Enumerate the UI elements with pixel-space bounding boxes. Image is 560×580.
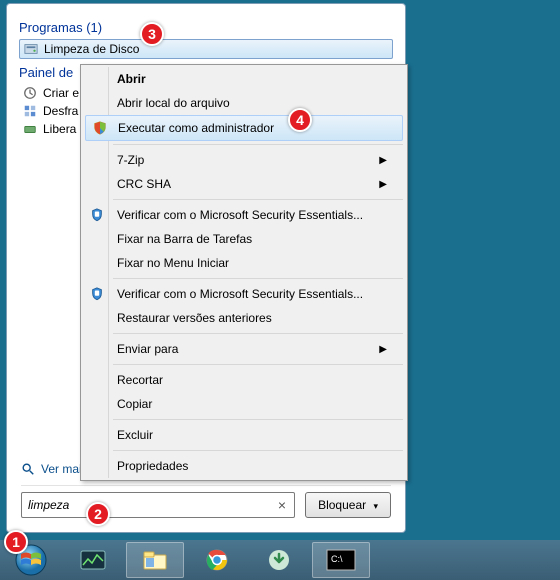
menu-item[interactable]: Restaurar versões anteriores — [83, 306, 405, 330]
restore-point-icon — [23, 86, 37, 100]
menu-item-label: Executar como administrador — [118, 121, 274, 135]
cmd-icon: C:\ — [326, 549, 356, 571]
menu-item-label: Recortar — [117, 373, 163, 387]
taskbar-app[interactable]: C:\ — [312, 542, 370, 578]
menu-item-label: Abrir — [117, 72, 146, 86]
cpl-result-label: Libera — [43, 122, 76, 136]
disk-cleanup-icon — [24, 42, 38, 56]
menu-item[interactable]: Verificar com o Microsoft Security Essen… — [83, 282, 405, 306]
menu-divider — [113, 450, 403, 451]
taskbar: C:\ — [0, 540, 560, 580]
callout-3: 3 — [140, 22, 164, 46]
chevron-right-icon: ▶ — [379, 344, 387, 355]
taskbar-app[interactable] — [250, 542, 308, 578]
menu-item-label: Copiar — [117, 397, 152, 411]
menu-divider — [113, 199, 403, 200]
menu-item[interactable]: Propriedades — [83, 454, 405, 478]
menu-item[interactable]: Recortar — [83, 368, 405, 392]
context-menu: Abrir Abrir local do arquivo Executar como… — [80, 64, 408, 481]
menu-item-label: Fixar no Menu Iniciar — [117, 256, 229, 270]
cpl-result-label: Desfra — [43, 104, 78, 118]
menu-item-label: Verificar com o Microsoft Security Essen… — [117, 208, 363, 222]
explorer-icon — [141, 549, 169, 571]
program-result-limpeza[interactable]: Limpeza de Disco — [19, 39, 393, 59]
menu-item[interactable]: Fixar no Menu Iniciar — [83, 251, 405, 275]
callout-4: 4 — [288, 108, 312, 132]
menu-divider — [113, 419, 403, 420]
menu-item[interactable]: Enviar para ▶ — [83, 337, 405, 361]
freespace-icon — [23, 122, 37, 136]
menu-item-label: Excluir — [117, 428, 153, 442]
callout-1: 1 — [4, 530, 28, 554]
menu-item-label: Propriedades — [117, 459, 188, 473]
divider — [21, 485, 391, 486]
shield-icon — [92, 120, 108, 136]
chevron-down-icon: ▾ — [373, 501, 378, 511]
menu-item[interactable]: Excluir — [83, 423, 405, 447]
search-row: × Bloquear ▾ — [21, 492, 391, 518]
escudo-icon — [89, 207, 105, 223]
menu-item[interactable]: Fixar na Barra de Tarefas — [83, 227, 405, 251]
menu-item[interactable]: CRC SHA ▶ — [83, 172, 405, 196]
menu-item[interactable]: Abrir local do arquivo — [83, 91, 405, 115]
menu-divider — [113, 364, 403, 365]
menu-item[interactable]: Abrir — [83, 67, 405, 91]
chrome-icon — [205, 548, 229, 572]
menu-item-label: 7-Zip — [117, 153, 144, 167]
svg-text:C:\: C:\ — [331, 554, 343, 564]
program-result-label: Limpeza de Disco — [44, 42, 139, 56]
lock-button-label: Bloquear — [318, 498, 366, 512]
search-box[interactable]: × — [21, 492, 295, 518]
lock-button[interactable]: Bloquear ▾ — [305, 492, 391, 518]
menu-item-label: Restaurar versões anteriores — [117, 311, 272, 325]
menu-item[interactable]: 7-Zip ▶ — [83, 148, 405, 172]
search-icon — [21, 462, 35, 476]
menu-item[interactable]: Executar como administrador — [85, 115, 403, 141]
taskbar-app[interactable] — [126, 542, 184, 578]
callout-2: 2 — [86, 502, 110, 526]
taskbar-app[interactable] — [188, 542, 246, 578]
defrag-icon — [23, 104, 37, 118]
menu-item-label: CRC SHA — [117, 177, 171, 191]
menu-item-label: Enviar para — [117, 342, 178, 356]
menu-divider — [113, 278, 403, 279]
taskbar-app[interactable] — [64, 542, 122, 578]
escudo-icon — [89, 286, 105, 302]
menu-item-label: Verificar com o Microsoft Security Essen… — [117, 287, 363, 301]
menu-item-label: Abrir local do arquivo — [117, 96, 230, 110]
clear-icon[interactable]: × — [276, 497, 288, 513]
menu-divider — [113, 333, 403, 334]
programs-header: Programas (1) — [19, 20, 393, 35]
taskmgr-icon — [79, 549, 107, 571]
menu-item[interactable]: Verificar com o Microsoft Security Essen… — [83, 203, 405, 227]
menu-divider — [113, 144, 403, 145]
cpl-result-label: Criar e — [43, 86, 79, 100]
download-icon — [266, 549, 292, 571]
menu-item-label: Fixar na Barra de Tarefas — [117, 232, 252, 246]
search-input[interactable] — [28, 498, 276, 512]
chevron-right-icon: ▶ — [379, 179, 387, 190]
chevron-right-icon: ▶ — [379, 155, 387, 166]
menu-item[interactable]: Copiar — [83, 392, 405, 416]
